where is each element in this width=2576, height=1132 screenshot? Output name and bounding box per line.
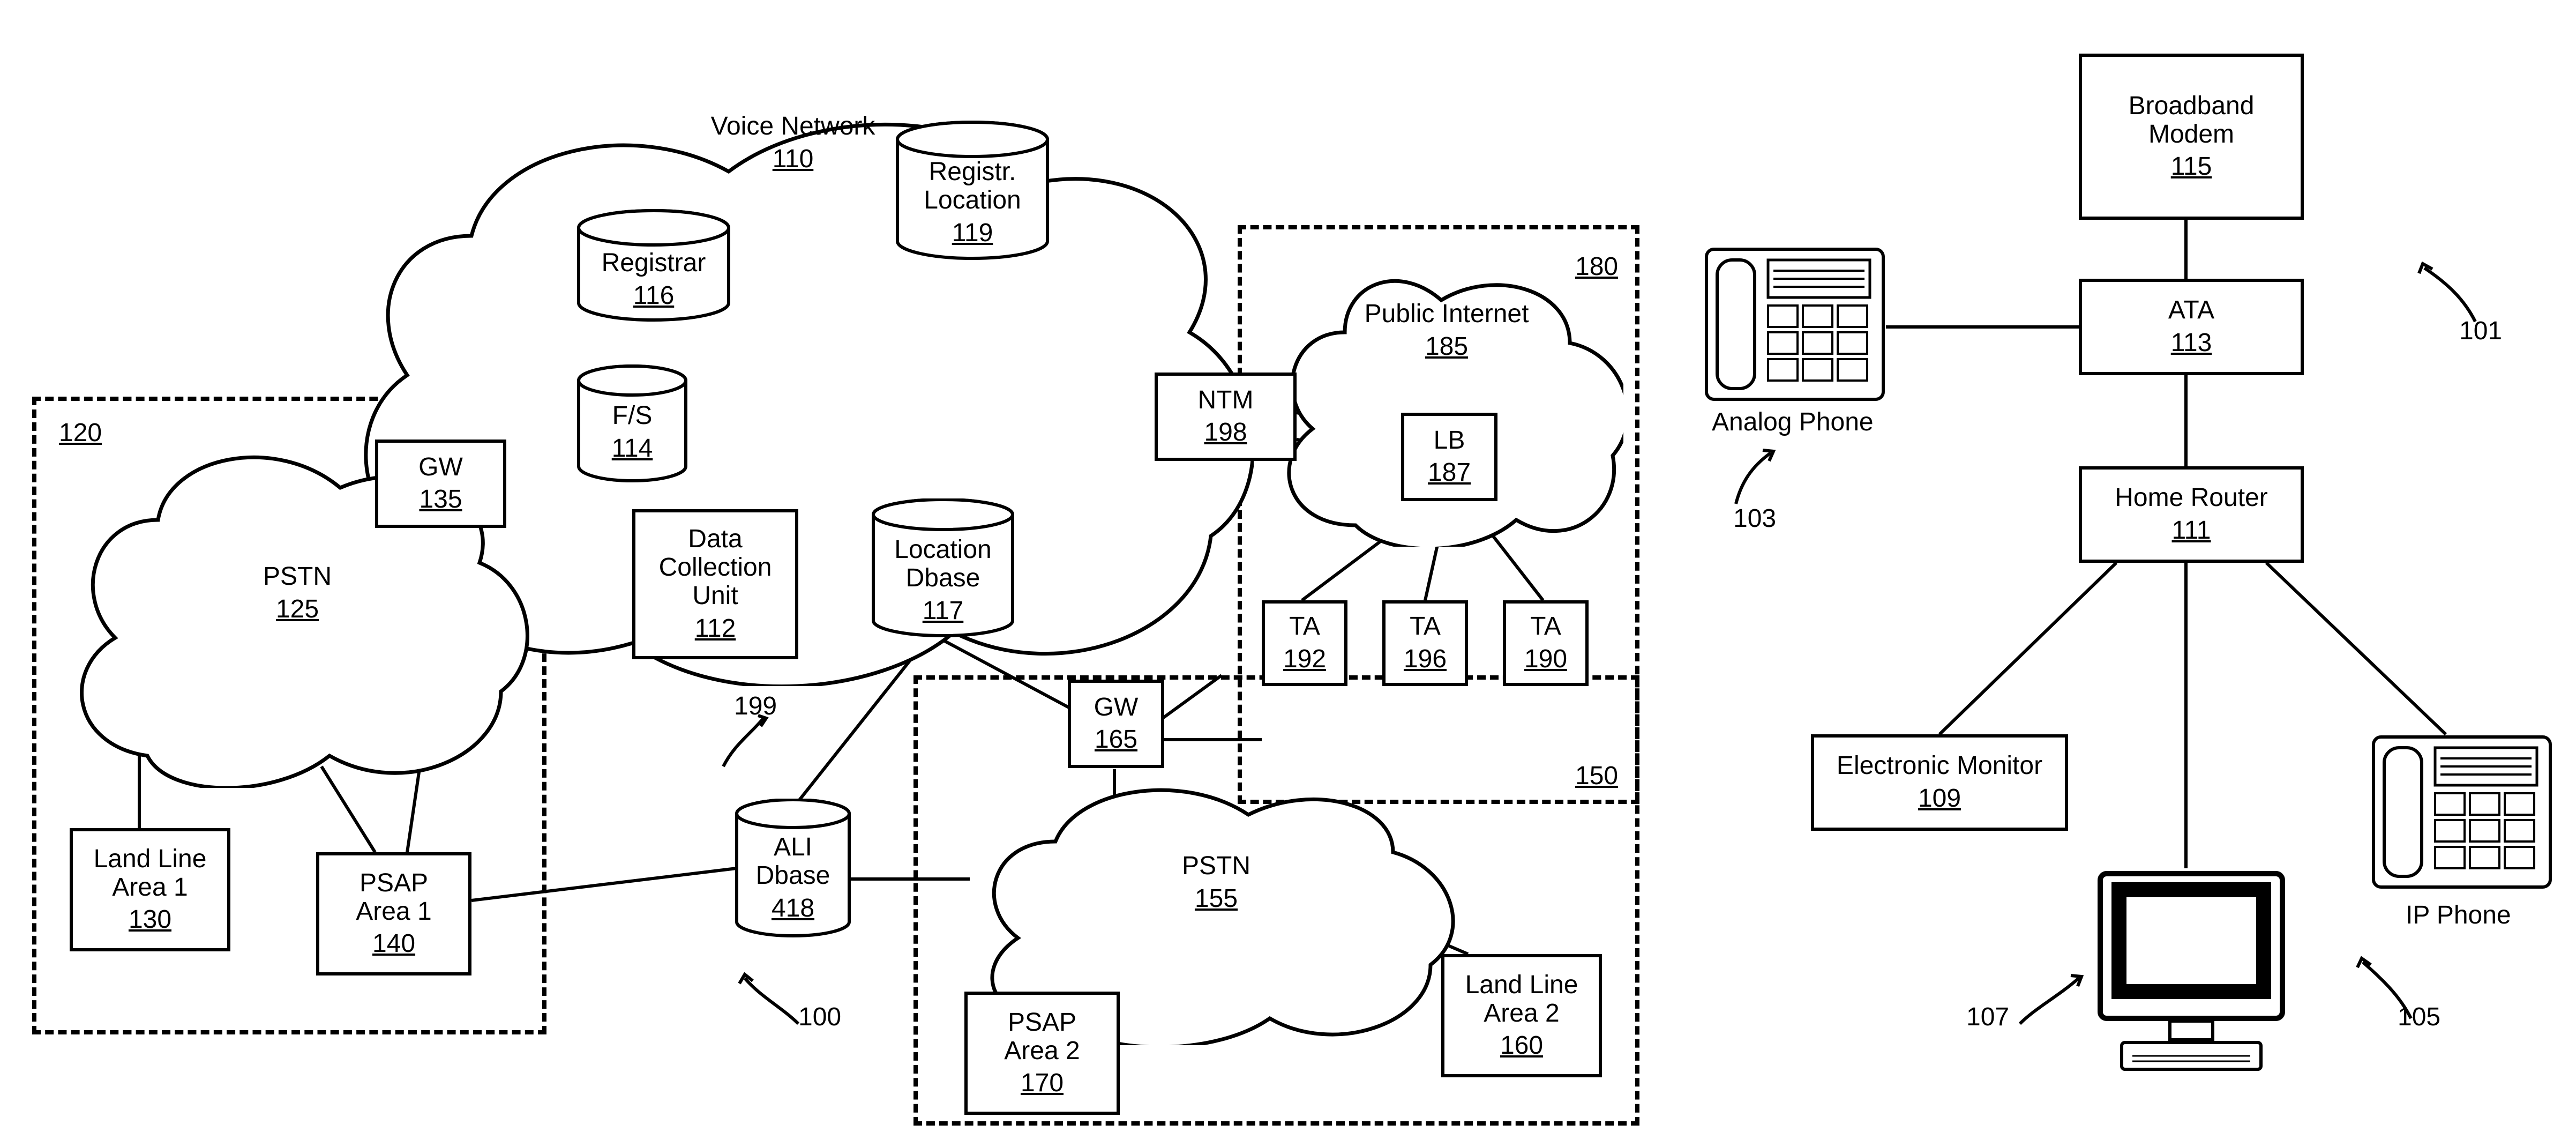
box-broadband-modem: Broadband Modem 115	[2079, 54, 2304, 220]
registr-location-label: Registr. Location	[895, 158, 1050, 215]
lb-ref: 187	[1428, 458, 1471, 487]
computer-icon	[2090, 868, 2293, 1077]
home-router-ref: 111	[2172, 516, 2211, 545]
ata-ref: 113	[2171, 328, 2212, 358]
box-ntm: NTM 198	[1155, 373, 1297, 461]
broadband-modem-label: Broadband Modem	[2129, 92, 2255, 149]
box-gw2: GW 165	[1068, 680, 1164, 768]
public-internet-label: Public Internet	[1270, 300, 1623, 329]
box-home-router: Home Router 111	[2079, 466, 2304, 563]
analog-phone-icon	[1704, 247, 1886, 402]
fs-ref: 114	[576, 434, 688, 463]
registrar-label: Registrar	[576, 249, 731, 278]
land-line-1-ref: 130	[129, 905, 171, 934]
voice-network-label: Voice Network	[332, 113, 1254, 141]
cyl-registrar: Registrar 116	[576, 209, 731, 322]
ali-dbase-label: ALI Dbase	[734, 833, 852, 890]
psap-2-ref: 170	[1021, 1068, 1064, 1098]
box-psap-2: PSAP Area 2 170	[964, 992, 1120, 1115]
ref-107: 107	[1966, 1002, 2009, 1032]
ta3-ref: 190	[1524, 644, 1567, 674]
psap-1-label: PSAP Area 1	[356, 869, 431, 926]
box-ta2: TA 196	[1382, 600, 1468, 686]
box-land-line-2: Land Line Area 2 160	[1441, 954, 1602, 1077]
box-ta1: TA 192	[1262, 600, 1347, 686]
cyl-registr-location: Registr. Location 119	[895, 121, 1050, 260]
land-line-1-label: Land Line Area 1	[94, 845, 207, 902]
ip-phone-icon	[2371, 734, 2553, 890]
box-land-line-1: Land Line Area 1 130	[70, 828, 230, 951]
ntm-label: NTM	[1198, 386, 1254, 415]
ali-dbase-ref: 418	[734, 893, 852, 923]
gw1-ref: 135	[419, 485, 462, 514]
cyl-location-dbase: Location Dbase 117	[871, 498, 1015, 638]
cyl-ali-dbase: ALI Dbase 418	[734, 799, 852, 938]
box-gw1: GW 135	[375, 440, 506, 528]
gw2-label: GW	[1094, 694, 1139, 722]
registrar-ref: 116	[576, 281, 731, 310]
arrow-101	[2411, 257, 2486, 327]
ta1-ref: 192	[1283, 644, 1326, 674]
arrow-100	[734, 970, 809, 1034]
ta1-label: TA	[1289, 613, 1320, 641]
land-line-2-ref: 160	[1500, 1031, 1543, 1060]
pstn2-ref: 155	[970, 884, 1463, 913]
diagram-canvas: 120 180 150 Voice Network 110 PSTN 125 P…	[0, 0, 2576, 1132]
cyl-fs: F/S 114	[576, 364, 688, 482]
gw2-ref: 165	[1095, 725, 1137, 754]
box-psap-1: PSAP Area 1 140	[316, 852, 471, 975]
location-dbase-ref: 117	[871, 596, 1015, 625]
data-collection-ref: 112	[695, 614, 736, 643]
ta2-ref: 196	[1404, 644, 1447, 674]
box-data-collection: Data Collection Unit 112	[632, 509, 798, 659]
box-electronic-monitor: Electronic Monitor 109	[1811, 734, 2068, 831]
home-router-label: Home Router	[2115, 484, 2267, 512]
ata-label: ATA	[2168, 296, 2214, 325]
voice-network-ref: 110	[332, 144, 1254, 174]
cloud-public-internet: Public Internet 185	[1270, 247, 1623, 547]
arrow-103	[1720, 445, 1784, 509]
arrow-107	[2015, 970, 2090, 1034]
arrow-105	[2352, 954, 2422, 1024]
pstn1-label: PSTN	[62, 563, 533, 591]
data-collection-label: Data Collection Unit	[659, 525, 772, 610]
gw1-label: GW	[418, 453, 463, 482]
ta2-label: TA	[1410, 613, 1441, 641]
fs-label: F/S	[576, 402, 688, 430]
ta3-label: TA	[1530, 613, 1561, 641]
box-lb: LB 187	[1401, 413, 1497, 501]
public-internet-ref: 185	[1270, 332, 1623, 361]
pstn2-label: PSTN	[970, 852, 1463, 881]
registr-location-ref: 119	[895, 218, 1050, 248]
box-ta3: TA 190	[1503, 600, 1589, 686]
location-dbase-label: Location Dbase	[871, 536, 1015, 593]
psap-2-label: PSAP Area 2	[1004, 1009, 1080, 1066]
ntm-ref: 198	[1204, 418, 1247, 447]
ip-phone-label: IP Phone	[2406, 900, 2511, 930]
analog-phone-label: Analog Phone	[1712, 407, 1874, 437]
electronic-monitor-label: Electronic Monitor	[1837, 752, 2042, 780]
lb-label: LB	[1434, 427, 1465, 455]
arrow-199	[713, 713, 777, 777]
psap-1-ref: 140	[372, 929, 415, 958]
pstn1-ref: 125	[62, 594, 533, 624]
broadband-modem-ref: 115	[2171, 152, 2212, 181]
box-ata: ATA 113	[2079, 279, 2304, 375]
land-line-2-label: Land Line Area 2	[1465, 971, 1578, 1028]
electronic-monitor-ref: 109	[1918, 784, 1961, 813]
